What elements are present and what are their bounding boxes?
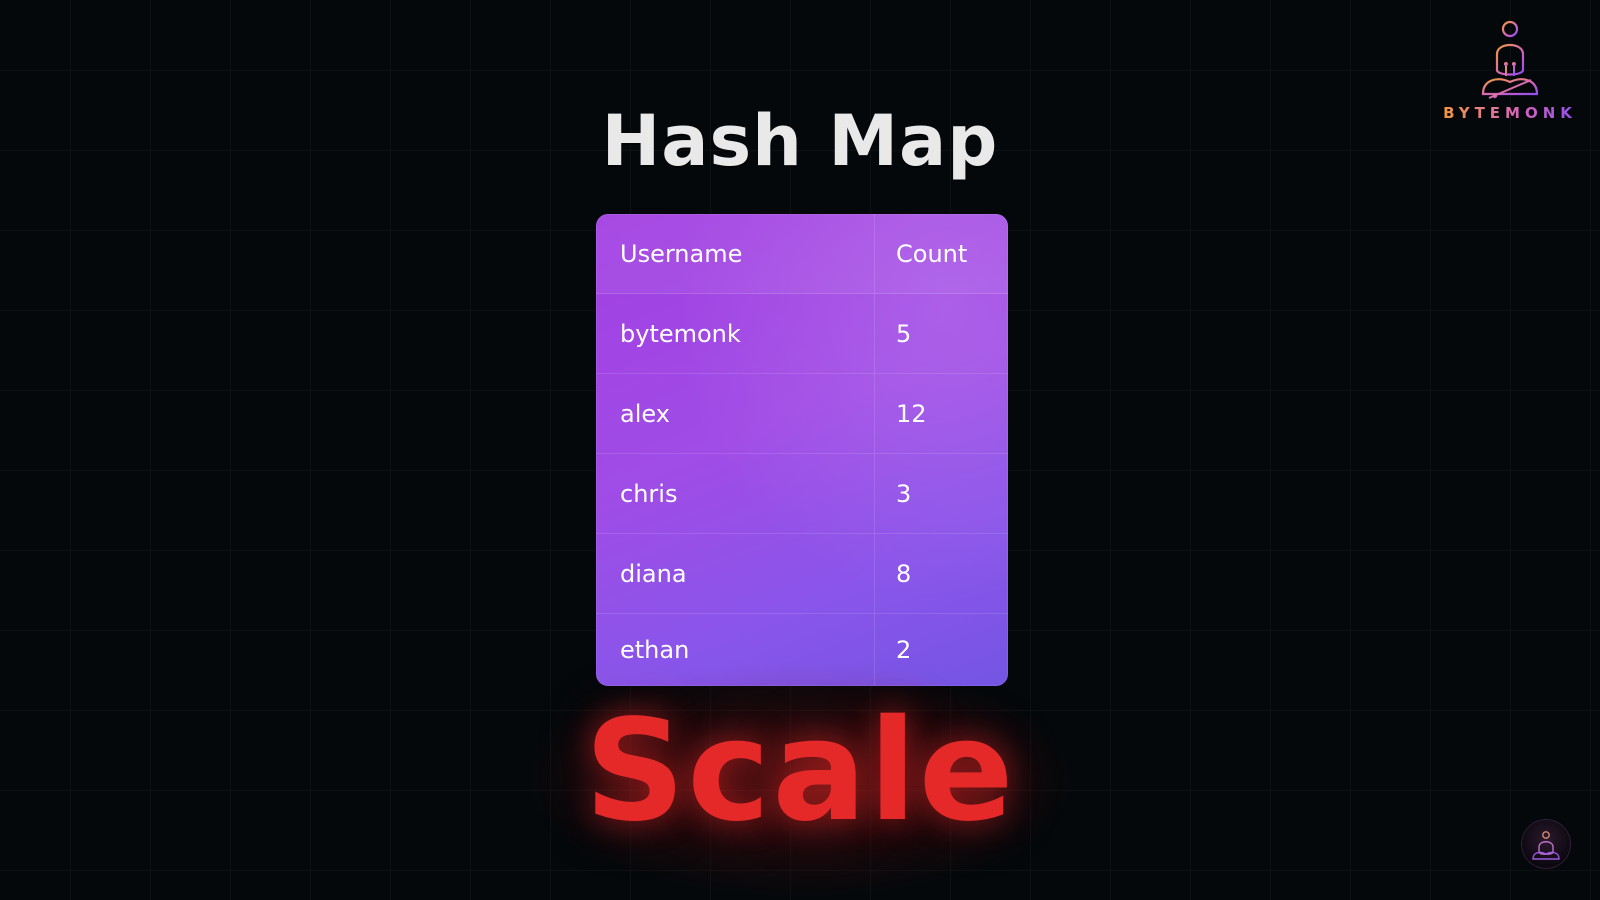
count-cell: 8 (874, 533, 1008, 614)
table-header-row: Username Count (596, 214, 1008, 294)
username-cell: ethan (620, 636, 690, 664)
count-cell: 5 (874, 293, 1008, 374)
highlight-word: Scale (584, 690, 1016, 853)
table-row: diana 8 (596, 533, 1008, 614)
page-title: Hash Map (601, 100, 999, 182)
count-cell: 12 (874, 373, 1008, 454)
count-cell: 2 (874, 613, 1008, 686)
data-table: Username Count bytemonk 5 alex 12 chris … (596, 214, 1008, 686)
monk-badge-icon (1532, 831, 1560, 860)
username-cell: bytemonk (596, 293, 875, 374)
username-cell: diana (596, 533, 875, 614)
username-cell: alex (596, 373, 875, 454)
slide-canvas: BYTEMONK Hash Map Username Count bytemon… (0, 0, 1600, 900)
column-header-username: Username (596, 214, 875, 294)
meditating-monk-logo-icon (1481, 20, 1539, 99)
table-row: ethan 2 (596, 613, 1008, 686)
table-row: alex 12 (596, 373, 1008, 454)
table-row: chris 3 (596, 453, 1008, 534)
hash-map-table: Username Count bytemonk 5 alex 12 chris … (596, 214, 1008, 686)
table-row: bytemonk 5 (596, 293, 1008, 374)
username-cell: chris (596, 453, 875, 534)
count-cell: 3 (874, 453, 1008, 534)
column-header-count: Count (874, 214, 1008, 294)
corner-badge (1522, 820, 1570, 868)
